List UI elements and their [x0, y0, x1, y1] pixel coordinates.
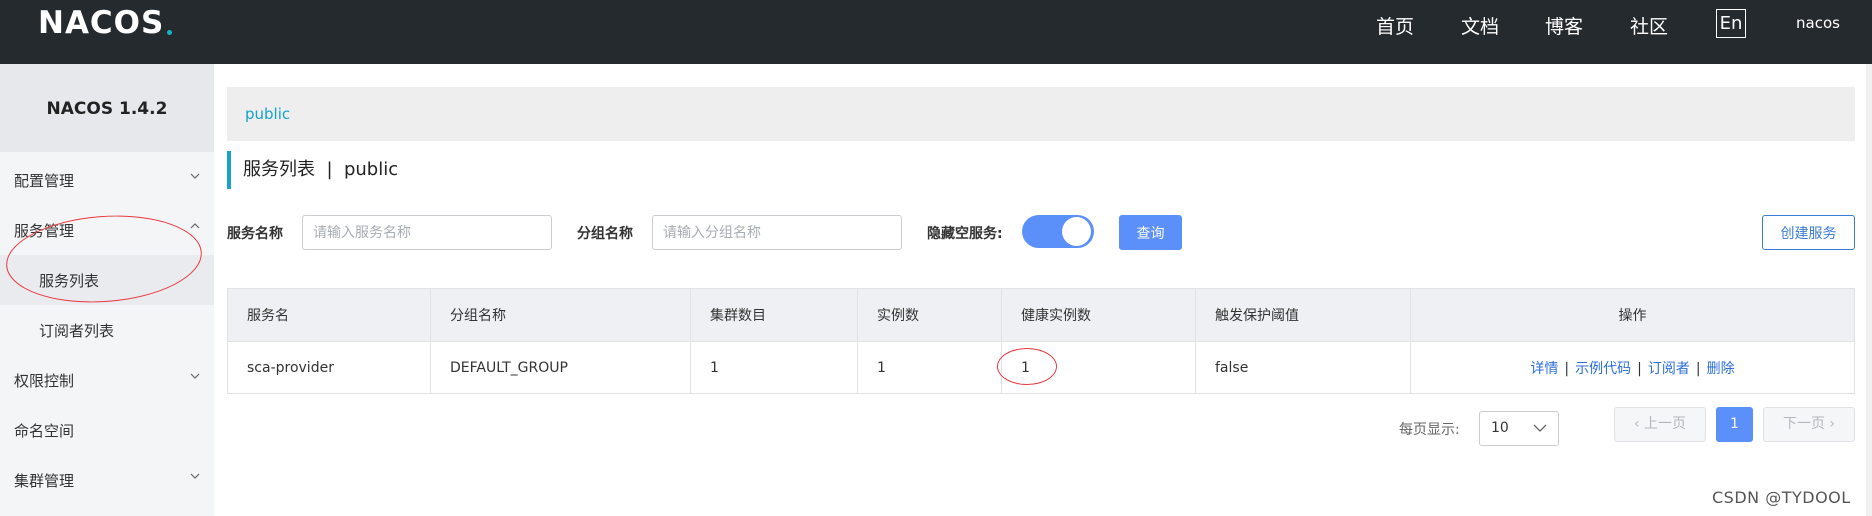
sidebar-item-label: 配置管理 [14, 172, 75, 190]
chevron-down-icon [190, 373, 200, 379]
details-link[interactable]: 详情 [1530, 361, 1558, 377]
hide-empty-label: 隐藏空服务: [927, 226, 1003, 242]
sidebar-item-config[interactable]: 配置管理 [0, 155, 214, 205]
service-name-input[interactable] [302, 215, 552, 250]
chevron-down-icon [190, 473, 200, 479]
sample-code-link[interactable]: 示例代码 [1575, 361, 1631, 377]
namespace-bar: public [227, 87, 1855, 141]
page-title: 服务列表 | public [227, 151, 398, 189]
cell-actions: 详情 | 示例代码 | 订阅者 | 删除 [1410, 341, 1855, 394]
per-page-label: 每页显示: [1399, 422, 1460, 438]
column-header: 分组名称 [430, 288, 691, 342]
hide-empty-toggle[interactable] [1022, 215, 1094, 248]
next-page-button[interactable]: 下一页 › [1763, 407, 1855, 442]
toggle-knob [1062, 217, 1091, 246]
create-service-button[interactable]: 创建服务 [1762, 215, 1855, 250]
query-button[interactable]: 查询 [1119, 215, 1182, 250]
group-name-input[interactable] [652, 215, 902, 250]
vertical-scrollbar[interactable] [1866, 64, 1872, 516]
user-name[interactable]: nacos [1796, 14, 1840, 32]
language-switch-button[interactable]: En [1716, 9, 1746, 38]
chevron-down-icon [1533, 424, 1547, 432]
cell-protect-threshold: false [1195, 341, 1411, 394]
sidebar-item-namespace[interactable]: 命名空间 [0, 405, 214, 455]
logo-dot [167, 29, 173, 35]
cell-service-name: sca-provider [227, 341, 431, 394]
sidebar-title: NACOS 1.4.2 [46, 99, 168, 119]
watermark: CSDN @TYDOOL [1712, 488, 1851, 507]
nav-docs-link[interactable]: 文档 [1461, 12, 1499, 39]
cell-cluster-count: 1 [690, 341, 858, 394]
column-header: 集群数目 [690, 288, 858, 342]
nacos-logo[interactable]: NACOS [38, 5, 173, 41]
per-page-value: 10 [1491, 420, 1509, 436]
sidebar-item-label: 命名空间 [14, 422, 75, 440]
column-header: 服务名 [227, 288, 431, 342]
sidebar-item-subscriber-list[interactable]: 订阅者列表 [0, 305, 214, 355]
sidebar-item-cluster[interactable]: 集群管理 [0, 455, 214, 505]
delete-link[interactable]: 删除 [1707, 361, 1735, 377]
group-name-label: 分组名称 [577, 226, 633, 242]
logo-text: NACOS [38, 5, 165, 41]
next-page-label: 下一页 [1782, 416, 1825, 432]
table-header-row: 服务名 分组名称 集群数目 实例数 健康实例数 触发保护阈值 操作 [227, 288, 1855, 342]
chevron-up-icon [190, 223, 200, 229]
column-header: 实例数 [857, 288, 1002, 342]
chevron-right-icon: › [1824, 416, 1836, 432]
subscribers-link[interactable]: 订阅者 [1648, 361, 1690, 377]
cell-instance-count: 1 [857, 341, 1002, 394]
cell-group-name: DEFAULT_GROUP [430, 341, 691, 394]
prev-page-label: 上一页 [1644, 416, 1687, 432]
nav-home-link[interactable]: 首页 [1376, 12, 1414, 39]
nav-blog-link[interactable]: 博客 [1545, 12, 1583, 39]
top-navbar: NACOS 首页 文档 博客 社区 En nacos [0, 0, 1872, 64]
chevron-down-icon [190, 173, 200, 179]
chevron-left-icon: ‹ [1633, 416, 1645, 432]
separator: | [1564, 360, 1570, 377]
sidebar-header: NACOS 1.4.2 [0, 64, 214, 152]
sidebar-item-label: 订阅者列表 [39, 322, 115, 340]
nav-community-link[interactable]: 社区 [1630, 12, 1668, 39]
sidebar-item-label: 集群管理 [14, 472, 75, 490]
column-header: 触发保护阈值 [1195, 288, 1411, 342]
column-header: 操作 [1410, 288, 1855, 342]
separator: | [1695, 360, 1701, 377]
namespace-tab-public[interactable]: public [245, 105, 290, 123]
sidebar-item-permissions[interactable]: 权限控制 [0, 355, 214, 405]
annotation-oval-healthy-count [997, 348, 1057, 385]
current-page-button[interactable]: 1 [1716, 407, 1753, 442]
prev-page-button[interactable]: ‹ 上一页 [1614, 407, 1706, 442]
column-header: 健康实例数 [1001, 288, 1196, 342]
sidebar-item-label: 权限控制 [14, 372, 75, 390]
separator: | [1637, 360, 1642, 377]
per-page-select[interactable]: 10 [1479, 411, 1559, 446]
service-name-label: 服务名称 [227, 226, 283, 242]
